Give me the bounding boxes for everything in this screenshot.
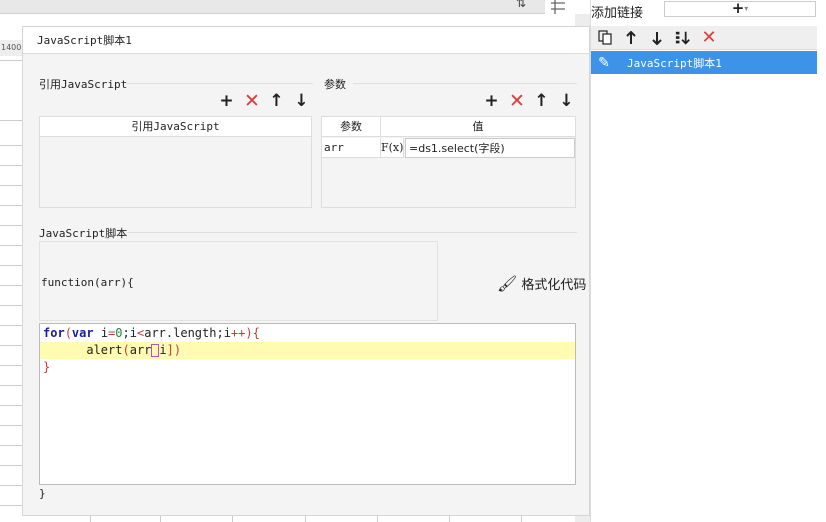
function-signature: function(arr){: [41, 276, 134, 289]
formula-icon[interactable]: F(x): [381, 138, 404, 158]
value-column-header[interactable]: 值: [381, 117, 575, 137]
script-section-title: JavaScript脚本: [39, 227, 128, 240]
format-code-label: 格式化代码: [521, 278, 587, 293]
plus-icon: +: [731, 0, 745, 17]
code-editor[interactable]: for(var i=0;i<arr.length;i++){ alert(arr…: [39, 323, 576, 485]
brush-icon: 🖌: [497, 274, 518, 293]
grid-line: [0, 485, 22, 486]
grid-line: [0, 405, 22, 406]
param-column-header[interactable]: 参数: [322, 117, 381, 137]
edit-pencil-icon: ✎: [598, 54, 610, 71]
ref-js-table: 引用JavaScript: [39, 116, 312, 208]
dialog-title: JavaScript脚本1: [23, 27, 589, 54]
grid-line: [305, 515, 306, 522]
grid-line: [0, 465, 22, 466]
format-code-button[interactable]: 🖌 格式化代码: [497, 274, 586, 293]
add-icon[interactable]: +: [484, 93, 499, 110]
grid-line: [0, 285, 22, 286]
grid-line: [0, 225, 22, 226]
arrow-up-icon[interactable]: [623, 30, 639, 46]
arrow-down-icon[interactable]: [649, 30, 665, 46]
sort-icon[interactable]: [675, 30, 691, 46]
copy-icon[interactable]: [597, 30, 613, 46]
ref-js-column-header[interactable]: 引用JavaScript: [40, 117, 311, 137]
javascript-dialog: JavaScript脚本1 引用JavaScript + ✕ ↑ ↓ 引用Jav…: [22, 26, 590, 516]
link-list-item[interactable]: ✎ JavaScript脚本1: [591, 51, 817, 74]
grid-line: [0, 425, 22, 426]
grid-line: [0, 505, 22, 506]
code-line-current: alert(arr i]): [40, 342, 575, 359]
delete-icon[interactable]: ✕: [509, 92, 525, 111]
arrow-down-icon[interactable]: ↓: [294, 93, 309, 110]
grid-line: [0, 365, 22, 366]
grid-line: [521, 515, 522, 522]
grid-line: [377, 515, 378, 522]
function-header-box: function(arr){: [39, 241, 438, 321]
grid-line: [160, 515, 161, 522]
grid-line: [0, 165, 22, 166]
code-line: for(var i=0;i<arr.length;i++){: [43, 326, 260, 340]
link-item-label: JavaScript脚本1: [627, 56, 722, 70]
grid-line: [449, 515, 450, 522]
top-toolbar-strip: [0, 0, 545, 14]
ref-js-actions: + ✕ ↑ ↓: [219, 92, 309, 111]
grid-line: [0, 60, 22, 61]
delete-icon[interactable]: ✕: [244, 92, 260, 111]
grid-line: [0, 325, 22, 326]
link-toolbar: ✕: [591, 26, 817, 50]
grid-line: [0, 205, 22, 206]
section-divider: [353, 83, 577, 84]
chevron-down-icon: ▾: [744, 4, 749, 13]
params-actions: + ✕ ↑ ↓: [484, 92, 574, 111]
grid-line: [0, 445, 22, 446]
arrow-up-icon[interactable]: ↑: [534, 93, 549, 110]
grid-line: [0, 265, 22, 266]
grid-line: [0, 185, 22, 186]
add-link-title: 添加链接: [591, 6, 644, 21]
ruler-label: 1400: [0, 40, 22, 56]
param-name-cell[interactable]: arr: [322, 138, 381, 158]
add-link-dropdown[interactable]: +▾: [664, 1, 816, 17]
grid-line: [232, 515, 233, 522]
hyperlink-panel: 添加链接 +▾ ✕ ✎ JavaScript脚本1: [590, 0, 826, 522]
params-table: 参数 值 arr F(x) =ds1.select(字段): [321, 116, 576, 208]
params-section-title: 参数: [324, 78, 346, 91]
ref-js-section-title: 引用JavaScript: [39, 78, 128, 91]
arrow-down-icon[interactable]: ↓: [559, 93, 574, 110]
grid-line: [0, 305, 22, 306]
grid-line: [0, 345, 22, 346]
hyperlink-header: 添加链接 +▾: [591, 0, 826, 22]
add-icon[interactable]: +: [219, 93, 234, 110]
sort-icon[interactable]: ⇅: [516, 0, 526, 10]
grid-line: [0, 145, 22, 146]
param-value-input[interactable]: =ds1.select(字段): [405, 138, 575, 158]
grid-line: [90, 515, 91, 522]
function-closing-brace: }: [39, 487, 46, 500]
section-divider: [127, 83, 313, 84]
grid-line: [0, 245, 22, 246]
grid-layout-icon[interactable]: [550, 0, 572, 14]
grid-line: [0, 120, 22, 121]
code-line: }: [43, 360, 51, 374]
delete-icon[interactable]: ✕: [701, 27, 717, 48]
grid-line: [0, 385, 22, 386]
section-divider: [127, 232, 577, 233]
arrow-up-icon[interactable]: ↑: [269, 93, 284, 110]
